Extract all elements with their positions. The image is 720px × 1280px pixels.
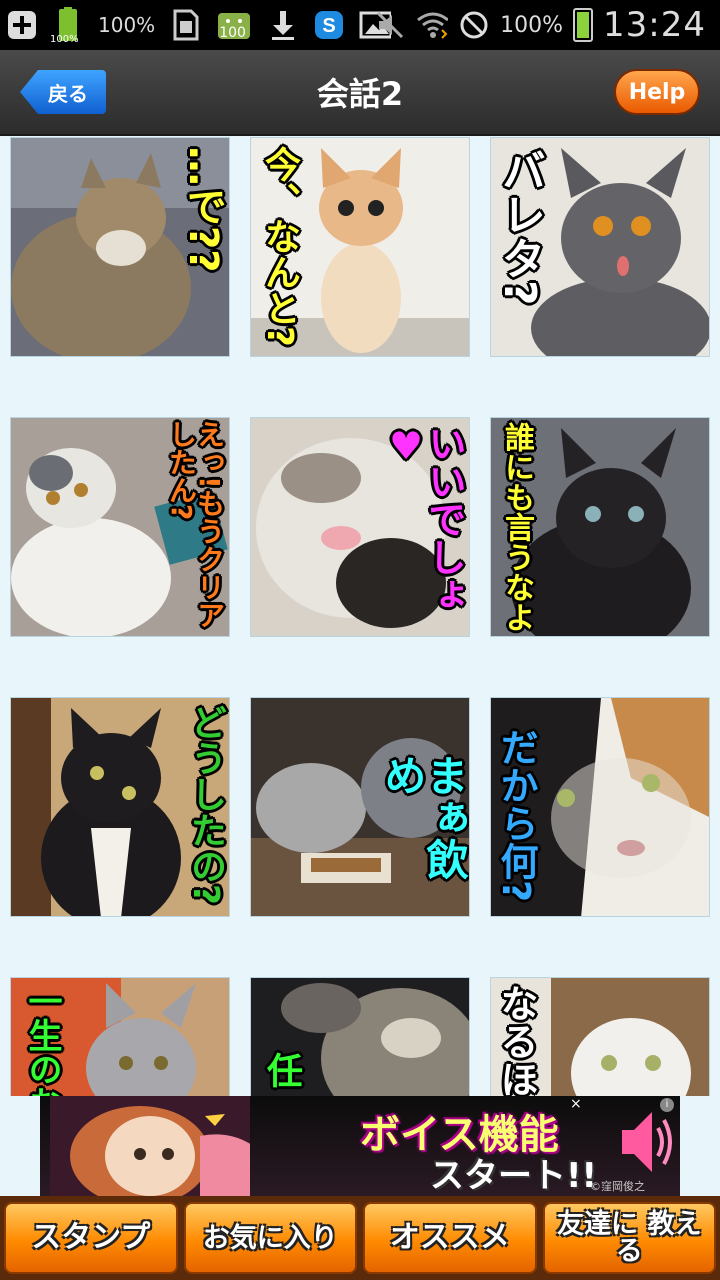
header-bar: 会話2 戻る Help [0,50,720,136]
stamp-item[interactable]: バレタ? [490,137,710,357]
ad-banner[interactable]: ボイス機能 スタート!! ©窪岡俊之 ©NBGI × i [40,1096,680,1196]
stamp-item[interactable]: …で?? [10,137,230,357]
download-icon [267,9,299,41]
stamp-caption: バレタ? [494,148,545,306]
stamp-caption: えっ!もうクリアしたん? [165,420,226,629]
stamp-caption: 任 [261,1052,302,1088]
stamp-item[interactable]: なるほ [490,977,710,1096]
stamp-caption: 今、なんと? [259,146,300,347]
ad-credit: ©窪岡俊之 ©NBGI [590,1180,645,1196]
stamp-item[interactable]: 今、なんと? [250,137,470,357]
stamp-caption: いいでしょ♥ [384,424,466,614]
tab-stamp[interactable]: スタンプ [4,1202,178,1274]
svg-text:S: S [323,15,336,37]
ad-subtitle: スタート!! [430,1156,598,1196]
battery-pct: 100% [500,12,564,38]
status-bar: 100% 100% 100 S 100% 13:24 [0,0,720,50]
sim-icon [169,9,201,41]
stamp-item[interactable]: 誰にも言うなよ [490,417,710,637]
stamp-item[interactable]: いいでしょ♥ [250,417,470,637]
speaker-icon [622,1112,672,1172]
tab-recommended[interactable]: オススメ [363,1202,537,1274]
status-right: 100% 13:24 [374,0,706,50]
stamp-caption: どうしたの? [185,704,226,905]
skype-icon: S [313,9,345,41]
battery-small-label: 100% [50,34,79,45]
stamp-item[interactable]: どうしたの? [10,697,230,917]
stamp-caption: まぁ飲め [378,754,469,880]
app-badge: 100 [219,25,246,41]
stamp-item[interactable]: だから何? [490,697,710,917]
bottom-tab-bar: スタンプ お気に入り オススメ 友達に 教える [0,1196,720,1280]
stamp-caption: …で?? [180,146,226,273]
sim-pct: 100% [98,13,156,37]
stamp-caption: 誰にも言うなよ [499,422,534,632]
back-button[interactable]: 戻る [20,70,106,114]
stamp-item[interactable]: まぁ飲め [250,697,470,917]
android-icon: 100 [215,9,253,41]
page-title: 会話2 [316,75,404,113]
battery-level-icon [573,8,594,42]
stamp-item[interactable]: 一生のお [10,977,230,1096]
stamp-grid: …で?? 今、なんと? バレタ? えっ!もうクリアしたん? いいでしょ♥ 誰にも… [0,136,720,1096]
help-button[interactable]: Help [614,69,700,115]
ad-character-image [50,1096,250,1196]
mute-icon [374,9,406,41]
battery-icon: 100% [50,7,84,45]
stamp-caption: だから何? [494,728,538,903]
tab-tell-friends[interactable]: 友達に 教える [542,1202,716,1274]
stamp-caption: 一生のお [22,984,62,1096]
stamp-item[interactable]: えっ!もうクリアしたん? [10,417,230,637]
notification-icons: 100% 100% 100 S [6,6,392,45]
stamp-caption: なるほ [494,984,538,1096]
block-icon [458,9,490,41]
clock: 13:24 [603,5,706,45]
ad-close-icon[interactable]: × [570,1096,582,1112]
ad-info-icon[interactable]: i [660,1098,674,1112]
stamp-item[interactable]: 任 [250,977,470,1096]
plus-icon [6,9,38,41]
tab-favorites[interactable]: お気に入り [183,1202,357,1274]
wifi-icon [416,9,449,41]
